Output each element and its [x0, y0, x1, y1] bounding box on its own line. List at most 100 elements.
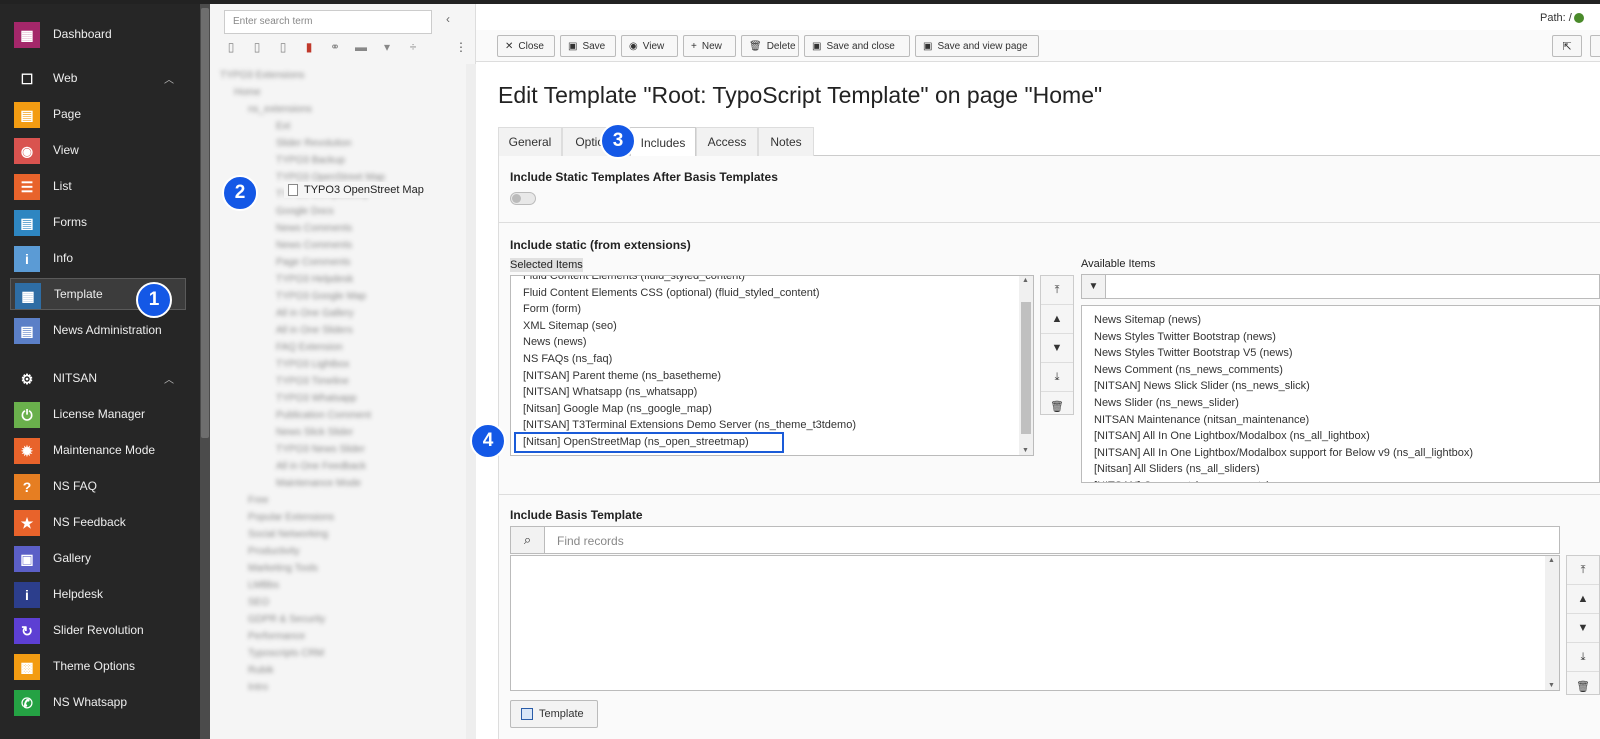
more-icon[interactable]: ⋮ — [454, 40, 468, 60]
sidebar-item-ns-feedback[interactable]: ★ NS Feedback — [0, 506, 196, 538]
tab-access[interactable]: Access — [696, 127, 758, 156]
selected-item[interactable]: Form (form) — [511, 301, 1033, 318]
tree-node-openstreet-map[interactable]: TYPO3 OpenStreet Map — [284, 182, 428, 198]
selected-item[interactable]: Fluid Content Elements CSS (optional) (f… — [511, 285, 1033, 302]
tree-node[interactable]: Social Networking — [216, 529, 466, 546]
sidebar-scrollbar[interactable] — [200, 4, 210, 739]
view-button[interactable]: ◉ View — [621, 35, 678, 57]
selected-item[interactable]: [NITSAN] Parent theme (ns_basetheme) — [511, 368, 1033, 385]
tree-node[interactable]: TYPO3 Helpdesk — [216, 274, 466, 291]
selected-item[interactable]: News (news) — [511, 334, 1033, 351]
tree-node[interactable]: News Comments — [216, 223, 466, 240]
sidebar-item-maintenance-mode[interactable]: ✹ Maintenance Mode — [0, 434, 196, 466]
chevron-up-icon[interactable]: ︿ — [164, 371, 174, 386]
available-item[interactable]: News Comment (ns_news_comments) — [1082, 362, 1599, 379]
save-and-view-page-button[interactable]: ▣ Save and view page — [915, 35, 1039, 57]
sidebar-item-nitsan[interactable]: ⚙ NITSAN ︿ — [0, 362, 196, 394]
folder-icon[interactable]: ▬ — [354, 40, 368, 60]
tree-node[interactable]: All in One Sliders — [216, 325, 466, 342]
tree-search-input[interactable]: Enter search term — [224, 10, 432, 34]
tree-node[interactable]: TYPO3 News Slider — [216, 444, 466, 461]
link-icon[interactable]: ⚭ — [328, 40, 342, 60]
tab-includes[interactable]: Includes — [630, 127, 696, 157]
tree-node[interactable]: News Slick Slider — [216, 427, 466, 444]
tree-node[interactable]: GDPR & Security — [216, 614, 466, 631]
sidebar-item-web[interactable]: ☐ Web ︿ — [0, 62, 196, 94]
sidebar-item-dashboard[interactable]: ▦ Dashboard — [0, 18, 196, 50]
available-item[interactable]: [NITSAN] News Slick Slider (ns_news_slic… — [1082, 378, 1599, 395]
move-bottom-icon[interactable]: ⤓ — [1041, 363, 1073, 392]
tree-node[interactable]: Performance — [216, 631, 466, 648]
tree-node[interactable]: Maintenance Mode — [216, 478, 466, 495]
new-button[interactable]: + New — [683, 35, 736, 57]
new-special-page-icon[interactable]: ▮ — [302, 40, 316, 60]
close-button[interactable]: ✕ Close — [497, 35, 555, 57]
tree-node[interactable]: Productivity — [216, 546, 466, 563]
move-top-icon[interactable]: ⤒ — [1041, 276, 1073, 305]
sidebar-item-license-manager[interactable]: ⏻ License Manager — [0, 398, 196, 430]
available-item[interactable]: News Sitemap (news) — [1082, 312, 1599, 329]
available-item[interactable]: [NITSAN] All In One Lightbox/Modalbox su… — [1082, 445, 1599, 462]
save-and-close-button[interactable]: ▣ Save and close — [804, 35, 910, 57]
available-items-list[interactable]: News Sitemap (news) News Styles Twitter B… — [1081, 305, 1600, 483]
tree-node[interactable]: Ext — [216, 121, 466, 138]
tree-scrollbar[interactable] — [466, 64, 476, 739]
remove-icon[interactable]: 🗑 — [1567, 672, 1599, 701]
selected-item[interactable]: [Nitsan] Google Map (ns_google_map) — [511, 401, 1033, 418]
available-item[interactable]: [NITSAN] Comment (ns_comments) — [1082, 478, 1599, 482]
tab-general[interactable]: General — [498, 127, 562, 156]
new-page-icon[interactable]: ▯ — [224, 40, 238, 60]
move-down-icon[interactable]: ▼ — [1041, 334, 1073, 363]
tab-notes[interactable]: Notes — [758, 127, 814, 156]
sidebar-item-ns-whatsapp[interactable]: ✆ NS Whatsapp — [0, 686, 196, 718]
available-item[interactable]: [NITSAN] All In One Lightbox/Modalbox (n… — [1082, 428, 1599, 445]
tree-node[interactable]: Marketing Tools — [216, 563, 466, 580]
tree-node[interactable]: Publication Comment — [216, 410, 466, 427]
selected-items-list[interactable]: Fluid Content Elements (fluid_styled_con… — [510, 275, 1034, 456]
selected-list-scrollbar[interactable]: ▲ ▼ — [1019, 276, 1033, 455]
sidebar-item-slider-revolution[interactable]: ↻ Slider Revolution — [0, 614, 196, 646]
tree-node[interactable]: Rubik — [216, 665, 466, 682]
selected-item[interactable]: XML Sitemap (seo) — [511, 318, 1033, 335]
new-folder-page-icon[interactable]: ▯ — [276, 40, 290, 60]
selected-item[interactable]: Fluid Content Elements (fluid_styled_con… — [511, 276, 1033, 285]
available-filter[interactable]: ▼ — [1081, 274, 1600, 299]
available-item[interactable]: News Slider (ns_news_slider) — [1082, 395, 1599, 412]
sidebar-item-gallery[interactable]: ▣ Gallery — [0, 542, 196, 574]
tree-node[interactable]: Slider Revolution — [216, 138, 466, 155]
collapse-tree-icon[interactable]: ‹ — [446, 12, 450, 26]
sidebar-item-info[interactable]: i Info — [0, 242, 196, 274]
page-tree[interactable]: TYPO3 Extensions Home ns_extensions Ext Slid… — [216, 70, 466, 730]
sidebar-item-view[interactable]: ◉ View — [0, 134, 196, 166]
remove-icon[interactable]: 🗑 — [1041, 392, 1073, 421]
recycler-icon[interactable]: ▾ — [380, 40, 394, 60]
sidebar-item-forms[interactable]: ▤ Forms — [0, 206, 196, 238]
new-page-up-icon[interactable]: ▯ — [250, 40, 264, 60]
tree-node[interactable]: Google Docs — [216, 206, 466, 223]
tree-node[interactable]: Typoscripts CRM — [216, 648, 466, 665]
delete-button[interactable]: 🗑 Delete — [741, 35, 799, 57]
basis-list-scrollbar[interactable]: ▲ ▼ — [1545, 556, 1559, 690]
available-item[interactable]: NITSAN Maintenance (nitsan_maintenance) — [1082, 412, 1599, 429]
sidebar-item-page[interactable]: ▤ Page — [0, 98, 196, 130]
template-button[interactable]: Template — [510, 700, 598, 728]
tree-node[interactable]: FAQ Extension — [216, 342, 466, 359]
open-new-window-button[interactable]: ⇱ — [1552, 35, 1582, 57]
tree-node[interactable]: TYPO3 Lightbox — [216, 359, 466, 376]
tree-node[interactable]: TYPO3 Extensions — [216, 70, 466, 87]
sidebar-item-theme-options[interactable]: ▩ Theme Options — [0, 650, 196, 682]
move-up-icon[interactable]: ▲ — [1041, 305, 1073, 334]
tree-node[interactable]: Free — [216, 495, 466, 512]
tree-node[interactable]: TYPO3 Timeline — [216, 376, 466, 393]
tree-node[interactable]: Page Comments — [216, 257, 466, 274]
move-top-icon[interactable]: ⤒ — [1567, 556, 1599, 585]
chevron-up-icon[interactable]: ︿ — [164, 71, 174, 86]
available-item[interactable]: News Styles Twitter Bootstrap V5 (news) — [1082, 345, 1599, 362]
tree-node[interactable]: Home — [216, 87, 466, 104]
tree-node[interactable]: TYPO3 Google Map — [216, 291, 466, 308]
divider-icon[interactable]: ÷ — [406, 40, 420, 60]
tree-node[interactable]: News Comments — [216, 240, 466, 257]
tree-node[interactable]: All in One Gallery — [216, 308, 466, 325]
tree-node[interactable]: ns_extensions — [216, 104, 466, 121]
move-down-icon[interactable]: ▼ — [1567, 614, 1599, 643]
